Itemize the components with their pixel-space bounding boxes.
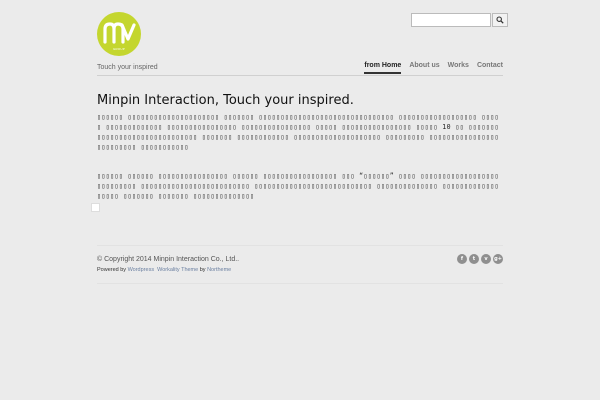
search-input[interactable] (411, 13, 491, 27)
page-title: Minpin Interaction, Touch your inspired. (97, 93, 354, 108)
content-paragraph-2: ▯▯▯▯▯▯ ▯▯▯▯▯▯ ▯▯▯▯▯▯▯▯▯▯▯▯▯▯▯▯ ▯▯▯▯▯▯ ▯▯… (97, 172, 500, 200)
small-checkbox[interactable] (91, 203, 100, 212)
footer-divider-bottom (97, 283, 503, 284)
search-icon (496, 16, 504, 24)
nav-item-home[interactable]: from Home (364, 62, 402, 74)
content-paragraph-1: ▯▯▯▯▯▯ ▯▯▯▯▯▯▯▯▯▯▯▯▯▯▯▯▯▯▯▯▯ ▯▯▯▯▯▯▯ ▯▯▯… (97, 113, 500, 151)
wordpress-link[interactable]: Wordpress (128, 267, 155, 273)
powered-by-label: Powered by (97, 267, 127, 273)
nav-divider (97, 75, 503, 76)
google-plus-icon[interactable]: g+ (493, 254, 503, 264)
vimeo-icon[interactable]: v (481, 254, 491, 264)
facebook-icon[interactable]: f (457, 254, 467, 264)
twitter-icon[interactable]: t (469, 254, 479, 264)
search-button[interactable] (492, 13, 508, 27)
nav-item-about[interactable]: About us (409, 62, 439, 74)
social-links: f t v g+ (457, 254, 503, 264)
nav-item-works[interactable]: Works (448, 62, 469, 74)
theme-link[interactable]: Workality Theme (157, 267, 198, 273)
author-link[interactable]: Northeme (207, 267, 231, 273)
footer-copyright: © Copyright 2014 Minpin Interaction Co.,… (97, 256, 240, 263)
footer-powered-by: Powered by Wordpress Workality Theme by … (97, 267, 231, 273)
nav-item-contact[interactable]: Contact (477, 62, 503, 74)
by-label: by (199, 267, 206, 273)
logo-subtext: GROUP (112, 47, 125, 51)
search-form (411, 13, 508, 27)
site-logo[interactable]: GROUP (97, 12, 141, 56)
page-container: GROUP Touch your inspired from Home Abou… (91, 0, 508, 400)
footer-divider-top (97, 245, 503, 246)
site-tagline: Touch your inspired (97, 64, 158, 71)
main-nav: from Home About us Works Contact (364, 62, 503, 74)
